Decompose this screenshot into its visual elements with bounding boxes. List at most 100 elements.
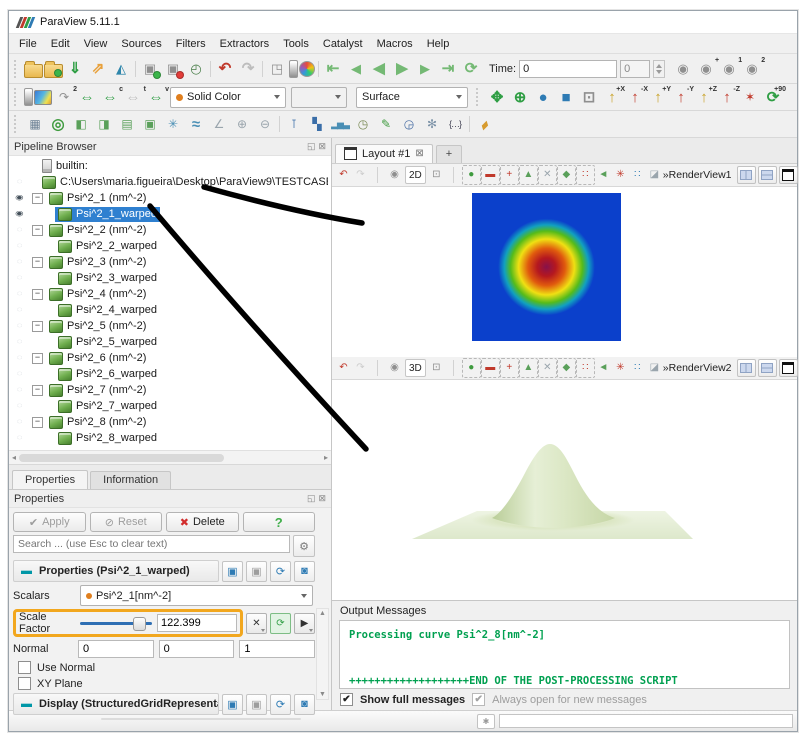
rescale-data-range-icon[interactable]: ⇔ (76, 87, 98, 108)
hover-cells-icon[interactable]: ◪ (646, 166, 663, 184)
visibility-eye-icon[interactable] (12, 417, 27, 427)
pipeline-item-psi-3[interactable]: Psi^2_3 (nm^-2) (9, 254, 331, 270)
pipeline-item-psi-2[interactable]: Psi^2_2 (nm^-2) (9, 222, 331, 238)
previous-frame-icon[interactable]: ◀ (345, 58, 367, 79)
box-arrow-icon[interactable]: ◳ (266, 58, 288, 79)
close-dock-icon[interactable]: ⊠ (318, 493, 326, 504)
pipeline-item-psi-5[interactable]: Psi^2_5 (nm^-2) (9, 318, 331, 334)
add-camera-icon[interactable]: ◉+ (695, 58, 717, 79)
scroll-down-icon[interactable]: ▼ (319, 691, 326, 698)
renderview1-canvas[interactable] (332, 187, 797, 357)
select-points-through-icon[interactable]: ▲ (519, 165, 538, 185)
save-screenshot-icon[interactable]: ⇗ (87, 58, 109, 79)
camera-undo-icon[interactable]: ↶ (335, 359, 352, 377)
add-layout-tab[interactable]: + (436, 145, 462, 163)
pipeline-item-psi-6[interactable]: Psi^2_6 (nm^-2) (9, 350, 331, 366)
scroll-right-icon[interactable]: ▸ (324, 453, 328, 462)
delete-button[interactable]: ✖Delete (166, 512, 239, 532)
extract-level-icon[interactable]: ⊖ (254, 114, 276, 135)
menu-item-sources[interactable]: Sources (114, 37, 168, 51)
expander-icon[interactable] (32, 289, 43, 300)
apply-button[interactable]: ✔Apply (13, 512, 86, 532)
collapse-icon[interactable]: ▬ (21, 565, 32, 577)
tab-information[interactable]: Information (90, 471, 171, 489)
close-dock-icon[interactable]: ⊠ (318, 141, 326, 152)
visibility-eye-icon[interactable] (12, 161, 27, 171)
stream-tracer-icon[interactable]: ≈ (185, 114, 207, 135)
plot-over-line-icon[interactable]: ✎ (375, 114, 397, 135)
menu-item-view[interactable]: View (77, 37, 115, 51)
separate-color-map-icon[interactable]: ↷2 (53, 87, 75, 108)
menu-item-tools[interactable]: Tools (276, 37, 316, 51)
component-combo[interactable] (291, 87, 347, 108)
zoom-camera-icon[interactable]: ◉ (672, 58, 694, 79)
visibility-eye-icon[interactable] (12, 273, 27, 283)
pipeline-item-psi-8-warped[interactable]: Psi^2_8_warped (9, 430, 331, 446)
search-input[interactable] (13, 535, 290, 553)
scale-factor-slider[interactable] (80, 616, 152, 631)
save-defaults-icon[interactable]: ◙ (294, 561, 315, 582)
select-cells-on-icon[interactable]: ● (462, 358, 481, 378)
reset-button[interactable]: ⊘Reset (90, 512, 163, 532)
clip-icon[interactable]: ◧ (70, 114, 92, 135)
toolbar-grip[interactable] (14, 115, 20, 133)
tab-properties[interactable]: Properties (12, 470, 88, 489)
play-icon[interactable]: ▶ (391, 58, 413, 79)
pipeline-item-psi-1[interactable]: Psi^2_1 (nm^-2) (9, 190, 331, 206)
set-view-minus-x-icon[interactable]: ↑-X (624, 87, 646, 108)
camera-1-icon[interactable]: ◉1 (718, 58, 740, 79)
pipeline-item-psi-4-warped[interactable]: Psi^2_4_warped (9, 302, 331, 318)
visibility-eye-icon[interactable] (12, 289, 27, 299)
rescale-button[interactable]: ⟳ (270, 613, 291, 634)
isometric-view-icon[interactable]: ✶ (739, 87, 761, 108)
interactive-select-cells-icon[interactable]: ◄ (595, 359, 612, 377)
properties-vscrollbar[interactable]: ▲ ▼ (316, 608, 329, 700)
interaction-mode-button[interactable]: 2D (405, 166, 426, 184)
zoom-to-box-icon[interactable]: ⊡ (578, 87, 600, 108)
hover-points-icon[interactable]: ∷ (629, 359, 646, 377)
visibility-eye-icon[interactable] (12, 321, 27, 331)
calculator-icon[interactable]: ▦ (24, 114, 46, 135)
paste-properties-icon[interactable]: ▣ (246, 561, 267, 582)
ruler-icon[interactable]: ▰ (469, 109, 499, 139)
maximize-view-button[interactable] (779, 359, 798, 377)
select-cells-polygon-icon[interactable]: ✕ (538, 358, 557, 378)
frame-input[interactable] (620, 60, 650, 78)
zoom-to-box-icon[interactable]: ⊡ (428, 359, 445, 377)
time-input[interactable] (519, 60, 617, 78)
pipeline-item-psi-4[interactable]: Psi^2_4 (nm^-2) (9, 286, 331, 302)
select-points-polygon-icon[interactable]: ◆ (557, 358, 576, 378)
interaction-mode-button[interactable]: 3D (405, 359, 426, 377)
expander-icon[interactable] (32, 225, 43, 236)
set-view-plus-z-icon[interactable]: ↑+Z (693, 87, 715, 108)
group-datasets-icon[interactable]: ⊕ (231, 114, 253, 135)
set-view-plus-x-icon[interactable]: ↑+X (601, 87, 623, 108)
paste-display-icon[interactable]: ▣ (246, 694, 267, 715)
plot-over-time-icon[interactable]: ◷ (352, 114, 374, 135)
display-section-header[interactable]: ▬ Display (StructuredGridRepresentatio (13, 693, 219, 715)
slice-icon[interactable]: ◨ (93, 114, 115, 135)
apply-changes-icon[interactable]: ▣ (139, 58, 161, 79)
abort-progress-button[interactable]: ✱ (477, 714, 495, 729)
plot-selection-over-time-icon[interactable]: ◶ (398, 114, 420, 135)
expander-icon[interactable] (32, 193, 43, 204)
toolbar-grip[interactable] (14, 88, 20, 106)
ignore-changes-icon[interactable]: ▣ (162, 58, 184, 79)
select-cells-through-icon[interactable]: + (500, 358, 519, 378)
visibility-eye-icon[interactable] (12, 401, 27, 411)
extract-subset-icon[interactable]: ▣ (139, 114, 161, 135)
color-by-combo[interactable]: Solid Color (170, 87, 286, 108)
pipeline-item-psi-2-warped[interactable]: Psi^2_2_warped (9, 238, 331, 254)
split-horizontal-button[interactable] (737, 359, 756, 377)
set-view-plus-y-icon[interactable]: ↑+Y (647, 87, 669, 108)
normal-z-input[interactable] (239, 640, 315, 658)
normal-x-input[interactable] (78, 640, 154, 658)
pipeline-item-psi-7[interactable]: Psi^2_7 (nm^-2) (9, 382, 331, 398)
glyph-custom-source-icon[interactable]: ✻ (421, 114, 443, 135)
warp-by-vector-icon[interactable]: ∠ (208, 114, 230, 135)
select-block-icon[interactable]: ∷ (576, 358, 595, 378)
visibility-eye-icon[interactable] (12, 241, 27, 251)
scroll-thumb[interactable] (19, 454, 224, 462)
save-catalyst-state-icon[interactable]: ◭ (110, 58, 132, 79)
visibility-eye-icon[interactable] (12, 225, 27, 235)
